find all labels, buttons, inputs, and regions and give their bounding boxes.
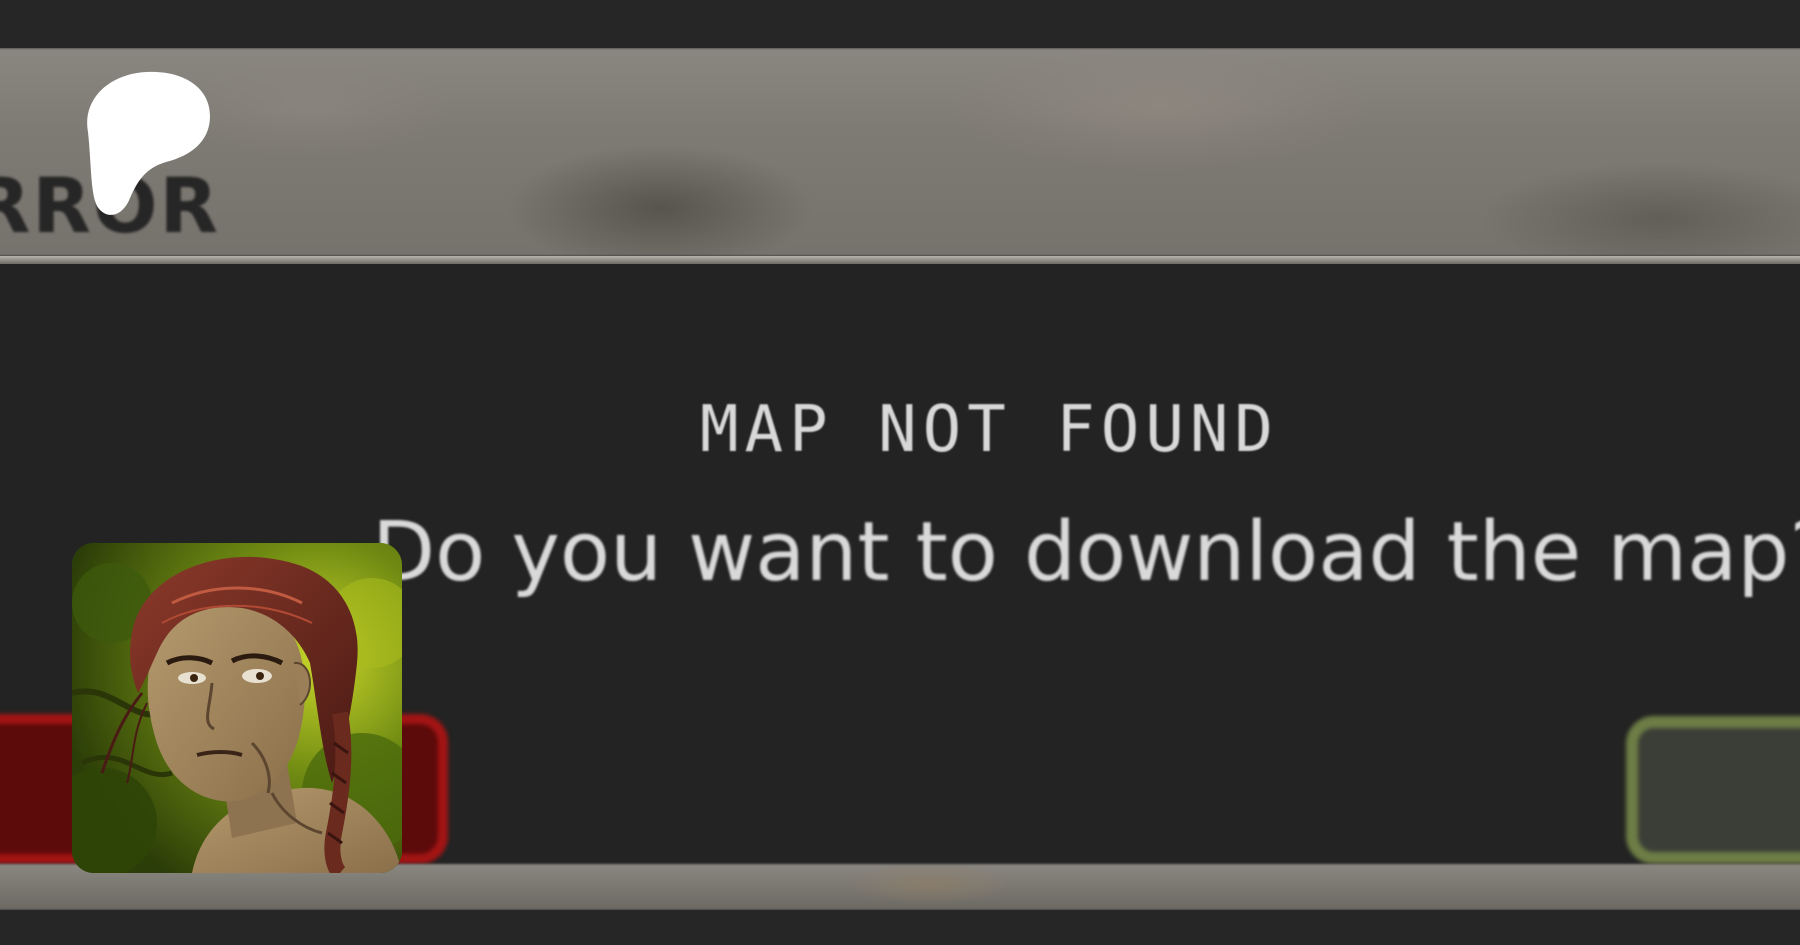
patreon-logo-icon[interactable] xyxy=(80,70,212,218)
dialog-header xyxy=(0,48,1800,256)
dialog-message: Do you want to download the map? xyxy=(372,505,1800,600)
avatar-illustration xyxy=(72,543,402,873)
dialog-heading: MAP NOT FOUND xyxy=(700,393,1279,467)
creator-avatar[interactable] xyxy=(72,543,402,873)
page: ERROR MAP NOT FOUND Do you want to downl… xyxy=(0,0,1800,945)
dialog-header-edge xyxy=(0,256,1800,264)
download-button[interactable] xyxy=(1626,716,1800,864)
